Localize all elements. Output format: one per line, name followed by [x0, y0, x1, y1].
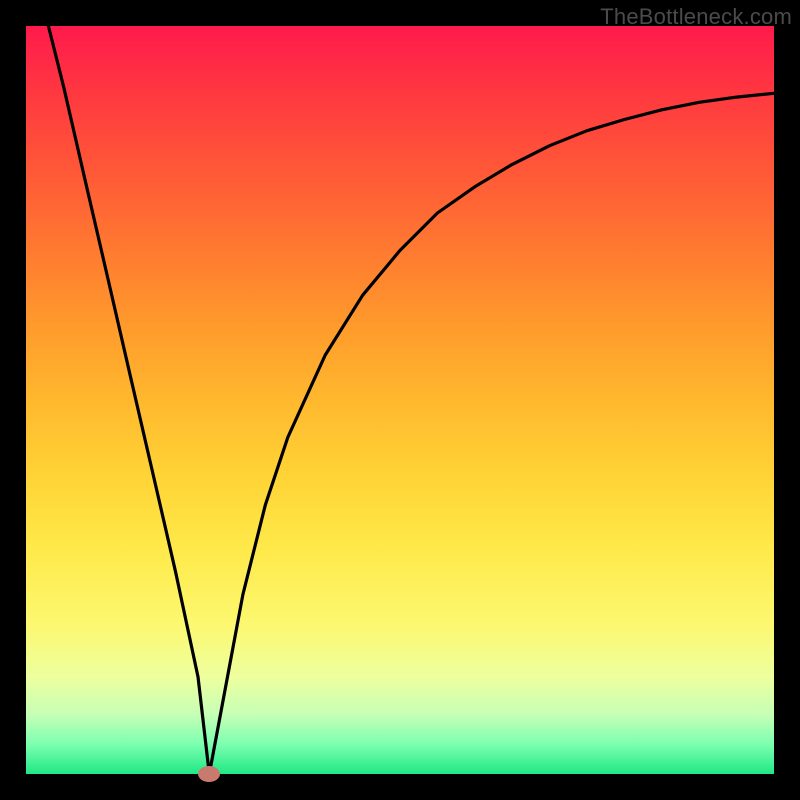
plot-area: [26, 26, 774, 774]
minimum-marker: [198, 766, 220, 782]
chart-stage: TheBottleneck.com: [0, 0, 800, 800]
bottleneck-curve: [26, 26, 774, 774]
watermark-text: TheBottleneck.com: [600, 4, 792, 30]
